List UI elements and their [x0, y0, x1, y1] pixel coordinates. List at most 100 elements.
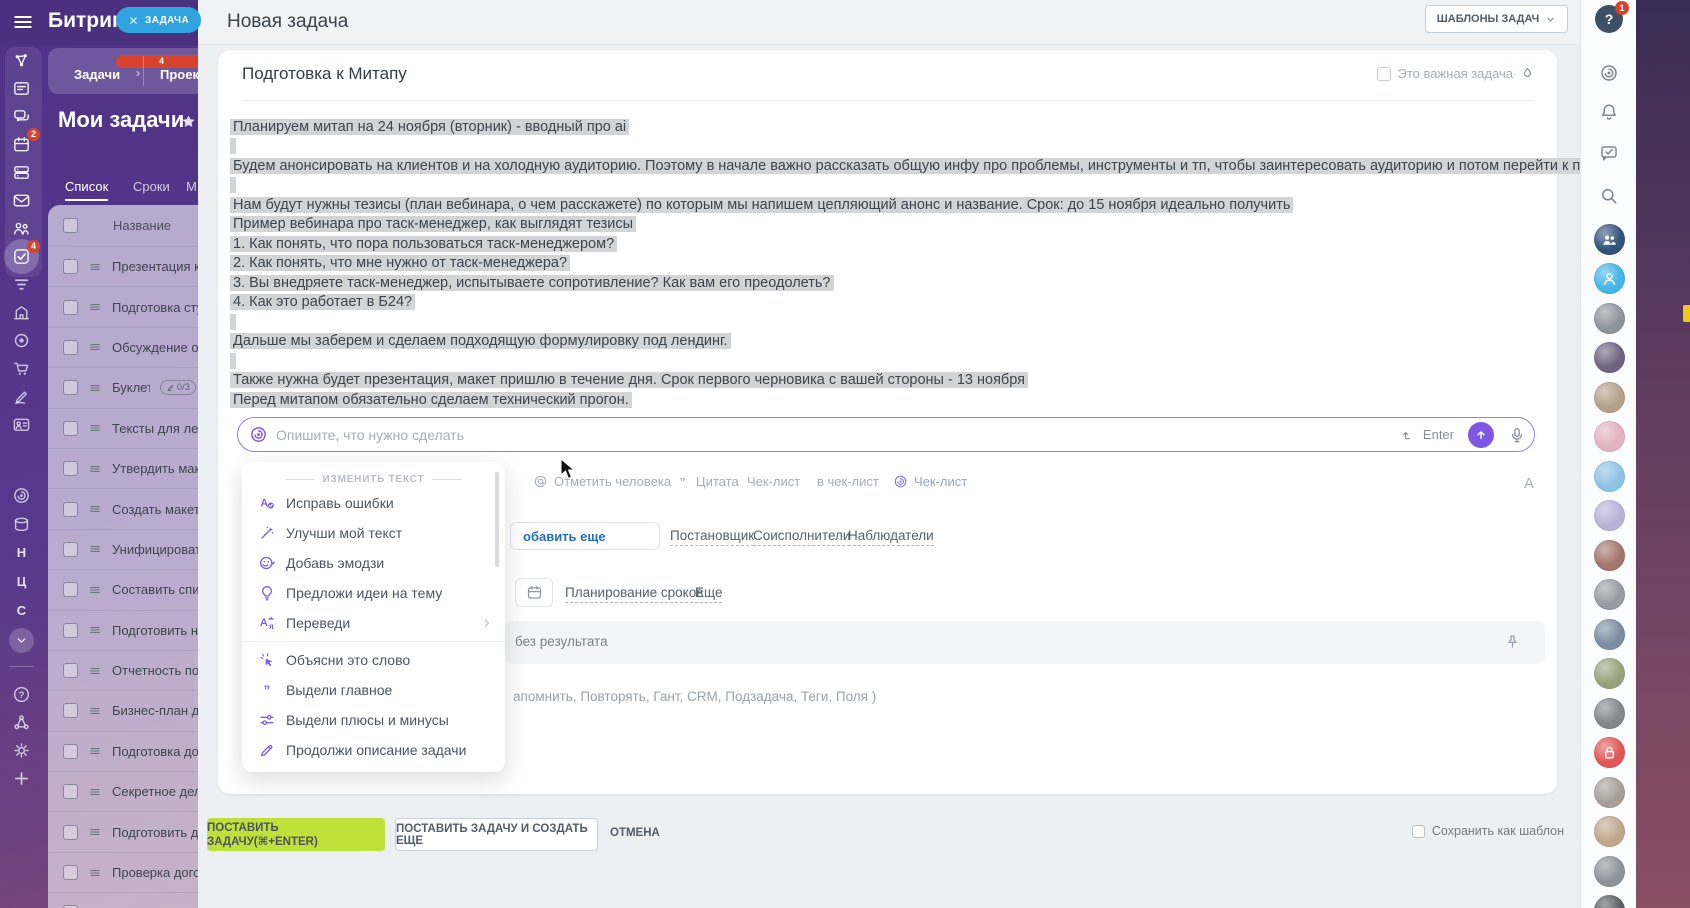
- drag-handle-icon[interactable]: [88, 462, 102, 476]
- rail-dialog-icon[interactable]: [1599, 143, 1619, 163]
- task-row[interactable]: Подготовить ди: [48, 812, 198, 852]
- task-row[interactable]: Создать макеты: [48, 489, 198, 529]
- task-row[interactable]: Бизнес-план дл: [48, 691, 198, 731]
- task-checkbox[interactable]: [63, 825, 78, 840]
- user-avatar[interactable]: [1594, 382, 1625, 413]
- rail-crm-icon[interactable]: [12, 275, 31, 294]
- task-row[interactable]: Составить спис: [48, 570, 198, 610]
- task-checkbox[interactable]: [63, 340, 78, 355]
- important-checkbox[interactable]: [1377, 67, 1391, 81]
- rail-shop-icon[interactable]: [12, 359, 31, 378]
- task-checkbox[interactable]: [63, 784, 78, 799]
- toolbar-цитата[interactable]: ”Цитата: [675, 474, 739, 489]
- menu-scrollbar[interactable]: [495, 472, 499, 567]
- description-line[interactable]: Дальше мы заберем и сделаем подходящую ф…: [230, 332, 731, 352]
- task-checkbox[interactable]: [63, 502, 78, 517]
- copilot-menu-item[interactable]: АяПереведи: [242, 608, 505, 638]
- rail-storage-icon[interactable]: [12, 515, 31, 534]
- drag-handle-icon[interactable]: [88, 260, 102, 274]
- description-line[interactable]: Будем анонсировать на клиентов и на холо…: [230, 157, 1638, 177]
- tab-deadlines[interactable]: Сроки: [133, 179, 170, 199]
- description-line[interactable]: Также нужна будет презентация, макет при…: [230, 371, 1028, 391]
- open-task-tab[interactable]: ЗАДАЧА: [116, 7, 201, 33]
- user-avatar[interactable]: [1594, 303, 1625, 334]
- pin-icon[interactable]: [1504, 633, 1521, 650]
- task-row[interactable]: Проверка догов: [48, 853, 198, 893]
- description-line[interactable]: Перед митапом обязательно сделаем технич…: [230, 391, 632, 411]
- rail-copilot-icon[interactable]: [12, 486, 31, 505]
- task-row[interactable]: Подготовка сту: [48, 287, 198, 327]
- drag-handle-icon[interactable]: [88, 866, 102, 880]
- description-line[interactable]: [230, 137, 236, 157]
- task-row-label[interactable]: Бизнес-план дл: [112, 703, 198, 718]
- task-checkbox[interactable]: [63, 542, 78, 557]
- save-as-template-control[interactable]: Сохранить как шаблон: [1412, 824, 1564, 838]
- rail-settings-icon[interactable]: [12, 741, 31, 760]
- task-row-label[interactable]: Подготовить ди: [112, 825, 198, 840]
- user-avatar[interactable]: [1594, 500, 1625, 531]
- description-line[interactable]: 3. Вы внедряете таск-менеджер, испытывае…: [230, 274, 834, 294]
- user-avatar[interactable]: [1594, 540, 1625, 571]
- rail-add-icon[interactable]: [12, 769, 31, 788]
- drag-handle-icon[interactable]: [88, 340, 102, 354]
- task-row[interactable]: Секретное дело: [48, 772, 198, 812]
- rail-bell-icon[interactable]: [1599, 102, 1619, 122]
- task-row-label[interactable]: Создать макеты: [112, 502, 198, 517]
- co-executors-link[interactable]: Соисполнители: [753, 528, 850, 546]
- task-row[interactable]: Унифицировать: [48, 530, 198, 570]
- description-line[interactable]: 4. Как это работает в Б24?: [230, 293, 415, 313]
- close-icon[interactable]: [128, 15, 139, 26]
- task-row-label[interactable]: Проверка догов: [112, 865, 198, 880]
- task-checkbox[interactable]: [63, 421, 78, 436]
- task-settings-gear-icon[interactable]: [1386, 12, 1406, 32]
- description-line[interactable]: [230, 352, 236, 372]
- description-line[interactable]: Нам будут нужны тезисы (план вебинара, о…: [230, 196, 1293, 216]
- copilot-menu-item[interactable]: Предложи идеи на тему: [242, 578, 505, 608]
- task-checkbox[interactable]: [63, 623, 78, 638]
- user-avatar[interactable]: [1594, 698, 1625, 729]
- task-checkbox[interactable]: [63, 865, 78, 880]
- user-avatar[interactable]: [1594, 895, 1625, 908]
- task-checkbox[interactable]: [63, 582, 78, 597]
- description-line[interactable]: Пример вебинара про таск-менеджер, как в…: [230, 215, 636, 235]
- submit-and-create-button[interactable]: ПОСТАВИТЬ ЗАДАЧУ И СОЗДАТЬ ЕЩЕ: [395, 818, 598, 851]
- more-link[interactable]: Еще: [695, 585, 722, 603]
- rail-copilot-icon[interactable]: [1599, 63, 1619, 83]
- user-avatar[interactable]: [1594, 777, 1625, 808]
- user-avatar[interactable]: [1594, 461, 1625, 492]
- rail-letter-item[interactable]: Ц: [0, 574, 43, 589]
- rail-company-icon[interactable]: [12, 303, 31, 322]
- task-row[interactable]: Тексты для лен: [48, 409, 198, 449]
- rail-tasks-icon[interactable]: 4: [12, 247, 31, 266]
- rail-pulse-icon[interactable]: [12, 51, 31, 70]
- add-responsible-button[interactable]: обавить еще: [510, 522, 660, 550]
- copilot-menu-item[interactable]: ”Выдели главное: [242, 675, 505, 705]
- description-line[interactable]: 2. Как понять, что мне нужно от таск-мен…: [230, 254, 570, 274]
- tab-more[interactable]: М: [186, 179, 197, 199]
- rail-drive-icon[interactable]: [12, 163, 31, 182]
- drag-handle-icon[interactable]: [88, 785, 102, 799]
- task-row[interactable]: Подготовка дог: [48, 732, 198, 772]
- task-row-label[interactable]: Подготовка дог: [112, 744, 198, 759]
- copilot-menu-item[interactable]: AИсправь ошибки: [242, 488, 505, 518]
- task-templates-button[interactable]: ШАБЛОНЫ ЗАДАЧ: [1425, 5, 1568, 33]
- save-template-checkbox[interactable]: [1412, 825, 1425, 838]
- important-task-control[interactable]: Это важная задача: [1377, 66, 1535, 81]
- drag-handle-icon[interactable]: [88, 583, 102, 597]
- tab-list[interactable]: Список: [65, 179, 108, 201]
- list-settings-gear-icon[interactable]: [88, 218, 103, 233]
- drag-handle-icon[interactable]: [88, 825, 102, 839]
- task-checkbox[interactable]: [63, 259, 78, 274]
- task-row-label[interactable]: Унифицировать: [112, 542, 198, 557]
- rail-sign-icon[interactable]: [12, 387, 31, 406]
- copilot-send-button[interactable]: [1468, 422, 1494, 448]
- rail-help-icon[interactable]: ?: [12, 685, 31, 704]
- task-checkbox[interactable]: [63, 461, 78, 476]
- task-row-label[interactable]: Буклеты: [112, 380, 150, 395]
- task-row[interactable]: Презентация к: [48, 247, 198, 287]
- user-avatar[interactable]: [1594, 619, 1625, 650]
- microphone-icon[interactable]: [1508, 426, 1526, 444]
- toolbar-чек-лист[interactable]: Чек-лист: [893, 474, 967, 489]
- task-checkbox[interactable]: [63, 300, 78, 315]
- task-row-label[interactable]: Составить спис: [112, 582, 198, 597]
